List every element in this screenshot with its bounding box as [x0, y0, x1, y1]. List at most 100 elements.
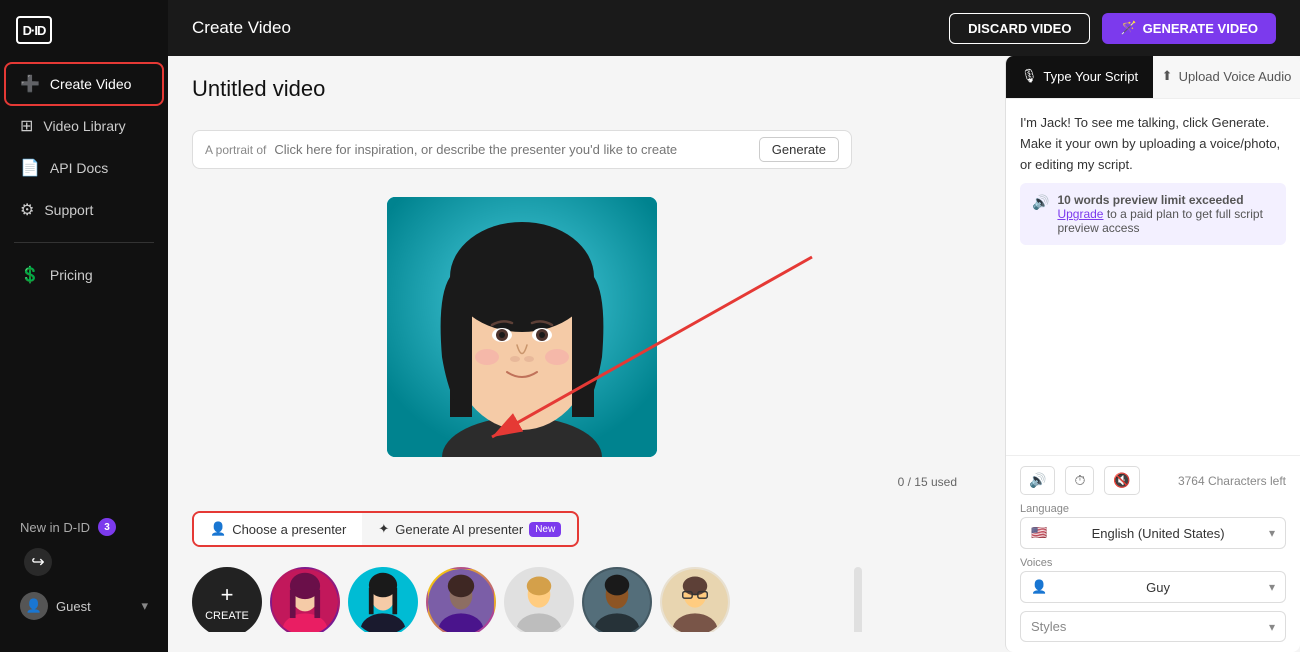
script-footer: 🔊 ⏱ 🔇 3764 Characters left Language 🇺🇸 E… [1006, 455, 1300, 652]
language-value: English (United States) [1092, 526, 1225, 541]
person-icon: 👤 [210, 521, 226, 537]
chars-left: 3764 Characters left [1178, 474, 1286, 488]
sidebar-item-video-library[interactable]: ⊞ Video Library [6, 106, 162, 146]
presenter-tabs: 👤 Choose a presenter ✦ Generate AI prese… [192, 511, 579, 547]
voices-label: Voices [1020, 557, 1286, 569]
topbar: Create Video DISCARD VIDEO 🪄 GENERATE VI… [168, 0, 1300, 56]
sidebar-item-create-video[interactable]: ➕ Create Video [6, 64, 162, 104]
upgrade-link[interactable]: Upgrade [1057, 207, 1103, 221]
voices-select[interactable]: 👤 Guy ▾ [1020, 571, 1286, 603]
usage-text: 0 / 15 used [898, 475, 957, 489]
volume-button[interactable]: 🔊 [1020, 466, 1055, 495]
script-body: I'm Jack! To see me talking, click Gener… [1006, 99, 1300, 455]
sidebar-bottom: New in D-ID 3 ↪ 👤 Guest ▾ [0, 510, 168, 636]
create-label: CREATE [205, 610, 249, 622]
new-badge: 3 [98, 518, 116, 536]
upload-audio-tab[interactable]: ⬆ Upload Voice Audio [1153, 56, 1300, 98]
gear-icon: ⚙ [20, 200, 34, 220]
styles-select[interactable]: Styles ▾ [1020, 611, 1286, 642]
create-avatar-button[interactable]: + CREATE [192, 567, 262, 632]
script-warning: 🔊 10 words preview limit exceeded Upgrad… [1020, 183, 1286, 245]
plus-icon: ➕ [20, 74, 40, 94]
generate-portrait-button[interactable]: Generate [759, 137, 839, 162]
styles-placeholder: Styles [1031, 619, 1066, 634]
chevron-down-icon-styles: ▾ [1269, 620, 1275, 634]
type-script-tab[interactable]: 🎙 Type Your Script [1006, 56, 1153, 98]
warning-icon: 🔊 [1032, 194, 1049, 211]
type-script-label: Type Your Script [1043, 69, 1138, 84]
warning-title: 10 words preview limit exceeded [1057, 193, 1243, 207]
presenter-controls: 👤 Choose a presenter ✦ Generate AI prese… [192, 511, 852, 547]
choose-presenter-tab[interactable]: 👤 Choose a presenter [194, 513, 362, 545]
avatar-4[interactable] [504, 567, 574, 632]
sparkle-icon: ✦ [378, 521, 389, 537]
sidebar-label-api: API Docs [50, 160, 108, 176]
scroll-bar[interactable] [854, 567, 862, 632]
doc-icon: 📄 [20, 158, 40, 178]
avatar: 👤 [20, 592, 48, 620]
left-section: Untitled video A portrait of Generate [192, 76, 957, 632]
new-in-did[interactable]: New in D-ID 3 [6, 510, 162, 544]
avatar-3[interactable] [426, 567, 496, 632]
topbar-actions: DISCARD VIDEO 🪄 GENERATE VIDEO [949, 13, 1276, 44]
sidebar-item-support[interactable]: ⚙ Support [6, 190, 162, 230]
language-select[interactable]: 🇺🇸 English (United States) ▾ [1020, 517, 1286, 549]
generate-icon: 🪄 [1120, 20, 1136, 36]
script-actions: 🔊 ⏱ 🔇 3764 Characters left [1020, 466, 1286, 495]
chevron-down-icon: ▾ [1269, 526, 1275, 540]
sidebar-label-library: Video Library [43, 118, 125, 134]
presenter-image [387, 197, 657, 457]
voices-value: Guy [1146, 580, 1170, 595]
language-config: Language 🇺🇸 English (United States) ▾ [1020, 503, 1286, 549]
video-title: Untitled video [192, 76, 957, 102]
sidebar-item-api-docs[interactable]: 📄 API Docs [6, 148, 162, 188]
portrait-label: A portrait of [205, 143, 266, 157]
main-area: Untitled video A portrait of Generate [168, 56, 1300, 652]
sidebar-divider [14, 242, 154, 243]
avatar-1[interactable] [270, 567, 340, 632]
page-title: Create Video [192, 18, 291, 38]
script-config: Language 🇺🇸 English (United States) ▾ Vo… [1020, 503, 1286, 642]
avatar-2[interactable] [348, 567, 418, 632]
plus-icon: + [221, 582, 234, 608]
chevron-down-icon-voices: ▾ [1269, 580, 1275, 594]
script-text: I'm Jack! To see me talking, click Gener… [1020, 113, 1286, 175]
presenter-image-section [192, 197, 852, 457]
timer-button[interactable]: ⏱ [1065, 466, 1094, 495]
choose-presenter-label: Choose a presenter [232, 522, 346, 537]
discard-video-button[interactable]: DISCARD VIDEO [949, 13, 1090, 44]
main-content: Create Video DISCARD VIDEO 🪄 GENERATE VI… [168, 0, 1300, 652]
language-label: Language [1020, 503, 1286, 515]
avatars-container: + CREATE [192, 567, 852, 632]
dollar-icon: 💲 [20, 265, 40, 285]
script-tabs: 🎙 Type Your Script ⬆ Upload Voice Audio [1006, 56, 1300, 99]
portrait-input[interactable] [274, 142, 750, 157]
portrait-bar: A portrait of Generate [192, 130, 852, 169]
person-icon: 👤 [1031, 579, 1047, 595]
new-in-did-label: New in D-ID [20, 520, 90, 535]
warning-body: Upgrade to a paid plan to get full scrip… [1057, 207, 1274, 235]
sidebar-item-pricing[interactable]: 💲 Pricing [6, 255, 162, 295]
mic-icon: 🎙 [1021, 68, 1038, 84]
avatar-5[interactable] [582, 567, 652, 632]
upload-icon: ⬆ [1162, 68, 1173, 84]
sidebar-label-support: Support [44, 202, 93, 218]
new-tag: New [529, 522, 561, 537]
sidebar-label-create: Create Video [50, 76, 131, 92]
grid-icon: ⊞ [20, 116, 33, 136]
sidebar: D·ID ➕ Create Video ⊞ Video Library 📄 AP… [0, 0, 168, 652]
upload-audio-label: Upload Voice Audio [1179, 69, 1292, 84]
logo-box: D·ID [16, 16, 52, 44]
mute-button[interactable]: 🔇 [1104, 466, 1139, 495]
forward-button[interactable]: ↪ [24, 548, 52, 576]
sidebar-nav: ➕ Create Video ⊞ Video Library 📄 API Doc… [0, 64, 168, 510]
generate-ai-tab[interactable]: ✦ Generate AI presenter New [362, 513, 577, 545]
generate-video-button[interactable]: 🪄 GENERATE VIDEO [1102, 13, 1276, 44]
script-panel: 🎙 Type Your Script ⬆ Upload Voice Audio … [1005, 56, 1300, 652]
avatar-6[interactable] [660, 567, 730, 632]
generate-label: GENERATE VIDEO [1143, 21, 1258, 36]
warning-content: 10 words preview limit exceeded Upgrade … [1057, 193, 1274, 235]
avatars-row-1: + CREATE [192, 567, 852, 632]
logo: D·ID [0, 16, 168, 64]
guest-item[interactable]: 👤 Guest ▾ [6, 584, 162, 628]
